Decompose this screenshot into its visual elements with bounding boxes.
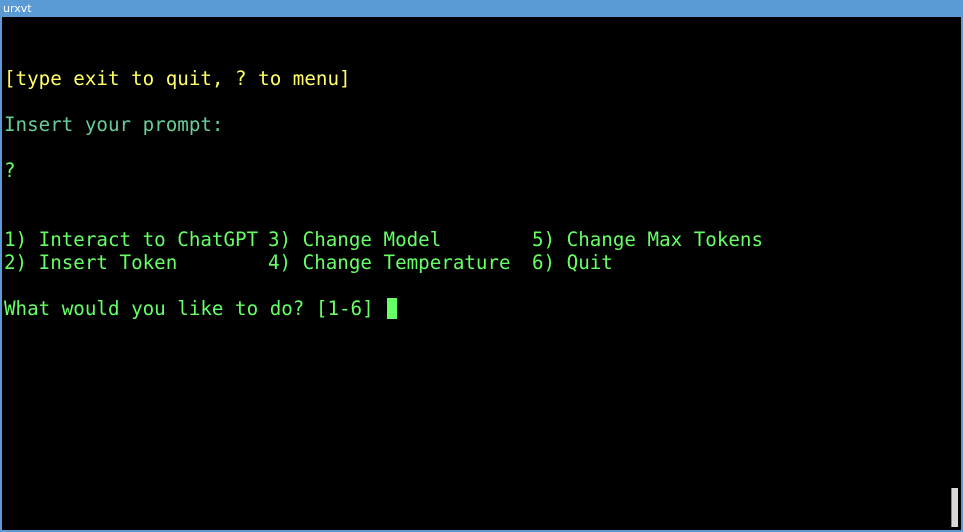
scrollbar-thumb[interactable] [951,488,958,527]
window-title: urxvt [3,2,32,15]
scrollbar-track[interactable] [949,17,959,530]
menu-option-1: 1) Interact to ChatGPT [4,228,259,251]
menu-option-5: 5) Change Max Tokens [532,228,764,251]
question-text: What would you like to do? [1-6] [4,297,386,320]
menu-option-4: 4) Change Temperature [268,251,511,274]
menu-option-6: 6) Quit [532,251,613,274]
hint-line: [type exit to quit, ? to menu] [4,67,351,90]
text-cursor [387,298,398,319]
window-title-bar[interactable]: urxvt [2,2,961,17]
typed-input: ? [4,159,16,182]
menu-option-3: 3) Change Model [268,228,442,251]
prompt-label: Insert your prompt: [4,113,224,136]
terminal-window: urxvt [type exit to quit, ? to menu] Ins… [0,0,963,532]
question-line: What would you like to do? [1-6] [4,297,398,320]
menu-option-2: 2) Insert Token [4,251,178,274]
terminal-area[interactable]: [type exit to quit, ? to menu] Insert yo… [4,17,949,530]
